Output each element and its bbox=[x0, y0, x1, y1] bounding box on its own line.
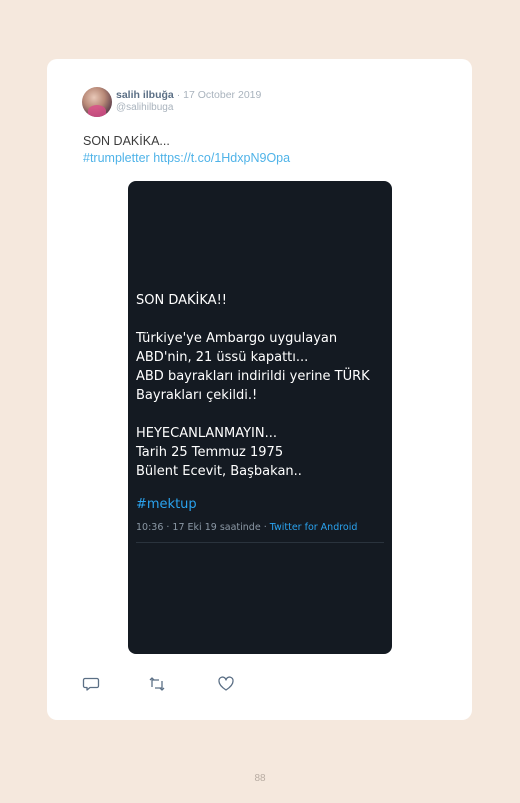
page-number: 88 bbox=[254, 773, 266, 784]
embedded-hashtag: #mektup bbox=[136, 497, 197, 512]
user-handle[interactable]: @salihilbuga bbox=[116, 102, 173, 113]
embedded-tweet-image[interactable]: SON DAKİKA!! Türkiye'ye Ambargo uygulaya… bbox=[128, 181, 392, 654]
embedded-line: ABD bayrakları indirildi yerine TÜRK bbox=[136, 369, 370, 384]
tweet-text-line: SON DAKİKA... bbox=[83, 134, 170, 148]
embedded-line: Tarih 25 Temmuz 1975 bbox=[136, 445, 284, 460]
user-line: salih ilbuğa · 17 October 2019 bbox=[116, 89, 261, 101]
embedded-line: ABD'nin, 21 üssü kapattı... bbox=[136, 350, 309, 365]
tweet-hashtag-link[interactable]: #trumpletter bbox=[83, 151, 150, 165]
display-name[interactable]: salih ilbuğa bbox=[116, 89, 174, 101]
heart-icon[interactable] bbox=[217, 675, 235, 693]
embedded-line-blank bbox=[136, 405, 386, 424]
tweet-url-link[interactable]: https://t.co/1HdxpN9Opa bbox=[153, 151, 290, 165]
embedded-meta: 10:36 · 17 Eki 19 saatinde · Twitter for… bbox=[136, 522, 357, 533]
reply-icon[interactable] bbox=[82, 675, 100, 693]
retweet-icon[interactable] bbox=[148, 675, 166, 693]
embedded-line: HEYECANLANMAYIN... bbox=[136, 426, 277, 441]
embedded-line: SON DAKİKA!! bbox=[136, 293, 227, 308]
embedded-tweet-text: SON DAKİKA!! Türkiye'ye Ambargo uygulaya… bbox=[136, 291, 386, 481]
avatar[interactable] bbox=[82, 87, 112, 117]
tweet-date[interactable]: 17 October 2019 bbox=[183, 89, 261, 101]
embedded-line: Bayrakları çekildi.! bbox=[136, 388, 258, 403]
embedded-timestamp: 10:36 · 17 Eki 19 saatinde · bbox=[136, 522, 270, 533]
embedded-line: Bülent Ecevit, Başbakan.. bbox=[136, 464, 302, 479]
tweet-card: salih ilbuğa · 17 October 2019 @salihilb… bbox=[47, 59, 472, 720]
tweet-actions bbox=[47, 675, 472, 695]
embedded-line: Türkiye'ye Ambargo uygulayan bbox=[136, 331, 338, 346]
tweet-text: SON DAKİKA... #trumpletter https://t.co/… bbox=[83, 133, 290, 167]
embedded-line-blank bbox=[136, 310, 386, 329]
embedded-app-source: Twitter for Android bbox=[269, 522, 358, 533]
separator: · bbox=[176, 89, 181, 101]
divider bbox=[136, 542, 384, 543]
